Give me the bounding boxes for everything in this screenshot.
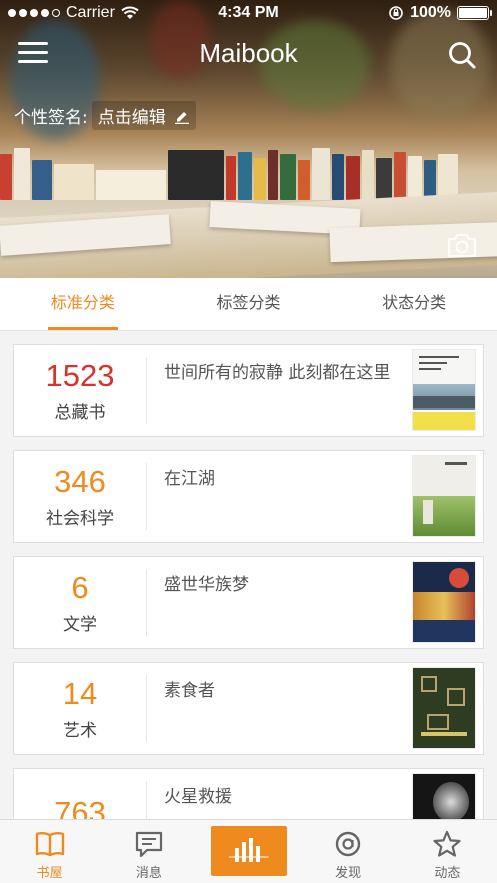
category-count: 14 [62, 676, 98, 711]
category-card-total[interactable]: 1523 总藏书 世间所有的寂静 此刻都在这里 [13, 344, 484, 437]
tab-activity[interactable]: 动态 [398, 820, 497, 883]
tab-discover[interactable]: 发现 [299, 820, 398, 883]
book-cover [413, 562, 475, 642]
category-label: 总藏书 [54, 403, 106, 423]
tab-label: 发现 [335, 866, 362, 881]
book-cover [413, 774, 475, 819]
scan-button[interactable] [210, 826, 287, 876]
navigation-bar: Maibook [0, 30, 497, 78]
personal-signature: 个性签名: 点击编辑 [14, 101, 196, 130]
book-cover [413, 456, 475, 536]
category-card-literature[interactable]: 6 文学 盛世华族梦 [13, 556, 484, 649]
camera-icon[interactable] [447, 232, 477, 258]
tab-bookhouse[interactable]: 书屋 [0, 820, 99, 883]
search-icon[interactable] [447, 40, 477, 70]
edit-signature-text: 点击编辑 [97, 108, 166, 128]
signature-label: 个性签名: [14, 108, 88, 128]
star-icon [433, 830, 461, 857]
category-label: 社会科学 [46, 509, 114, 529]
latest-book-title: 火星救援 [164, 787, 232, 807]
scan-icon [228, 838, 269, 862]
category-count: 6 [71, 570, 89, 605]
tab-standard-category[interactable]: 标准分类 [0, 278, 166, 330]
category-card-partial[interactable]: 763 火星救援 [13, 768, 484, 819]
category-count: 1523 [45, 358, 115, 393]
discover-icon [335, 831, 361, 857]
latest-book-title: 世间所有的寂静 此刻都在这里 [164, 363, 391, 383]
category-label: 文学 [63, 615, 97, 635]
pencil-icon [174, 111, 189, 124]
category-list: 1523 总藏书 世间所有的寂静 此刻都在这里 346 社会科学 在江湖 6 文… [0, 331, 497, 819]
latest-book-title: 在江湖 [164, 469, 215, 489]
tab-label: 书屋 [36, 866, 63, 881]
battery-percent: 100% [410, 4, 451, 21]
bookshelf [0, 140, 460, 200]
latest-book-title: 素食者 [164, 681, 215, 701]
bottom-tab-bar: 书屋 消息 发现 动态 [0, 819, 497, 883]
book-cover [413, 350, 475, 430]
edit-signature-button[interactable]: 点击编辑 [91, 101, 196, 130]
category-count: 763 [54, 794, 106, 820]
book-cover [413, 668, 475, 748]
battery-icon [457, 6, 492, 20]
tab-label: 消息 [135, 866, 162, 881]
category-card-social-science[interactable]: 346 社会科学 在江湖 [13, 450, 484, 543]
category-card-art[interactable]: 14 艺术 素食者 [13, 662, 484, 755]
tab-messages[interactable]: 消息 [99, 820, 198, 883]
app-title: Maibook [199, 38, 298, 68]
orientation-lock-icon [389, 6, 403, 20]
book-icon [35, 832, 64, 857]
status-bar: Carrier 4:34 PM 100% [0, 0, 497, 26]
category-tabs: 标准分类 标签分类 状态分类 [0, 278, 497, 331]
tab-status-category[interactable]: 状态分类 [331, 278, 497, 330]
latest-book-title: 盛世华族梦 [164, 575, 249, 595]
tab-tag-category[interactable]: 标签分类 [166, 278, 332, 330]
message-icon [135, 831, 162, 858]
header-banner: Carrier 4:34 PM 100% Maibook 个性签名: 点击编辑 [0, 0, 497, 278]
category-label: 艺术 [63, 721, 97, 741]
category-count: 346 [54, 464, 106, 499]
tab-label: 动态 [434, 866, 461, 881]
